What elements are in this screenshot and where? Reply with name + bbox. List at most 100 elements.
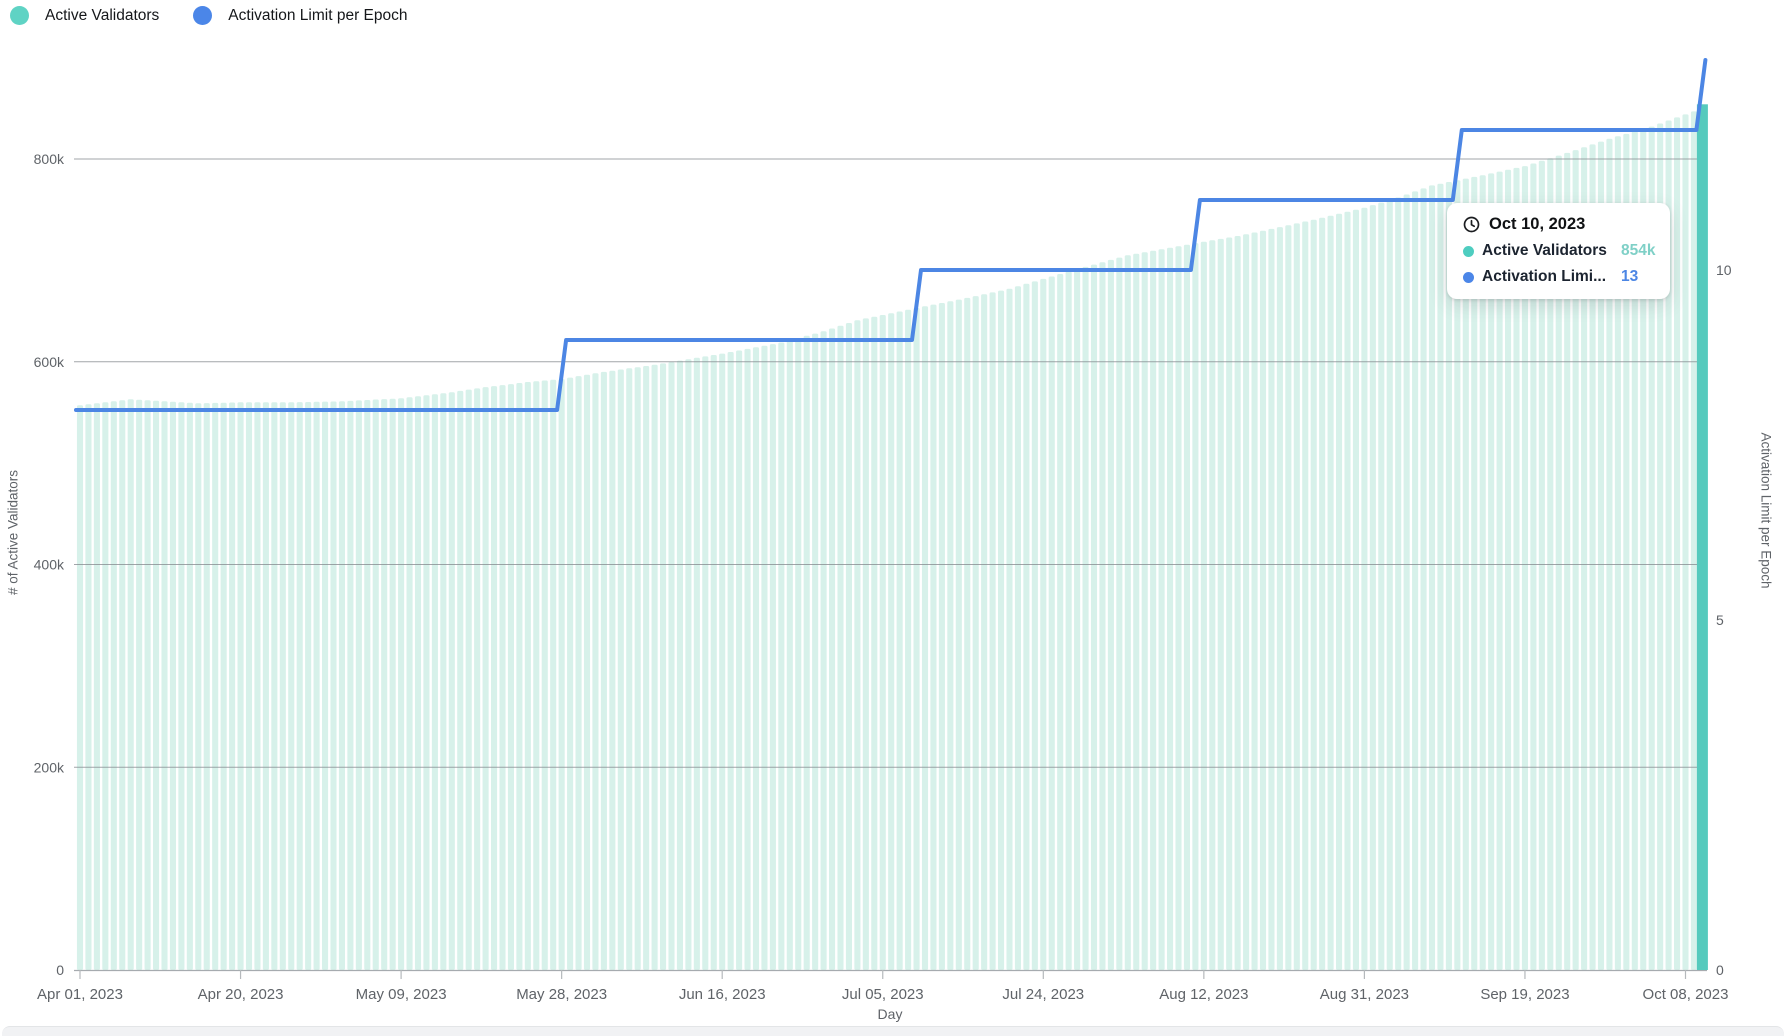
bar[interactable] bbox=[1150, 251, 1156, 970]
bar[interactable] bbox=[1437, 184, 1443, 970]
bar[interactable] bbox=[339, 401, 345, 970]
bar[interactable] bbox=[161, 401, 167, 970]
bar[interactable] bbox=[1125, 255, 1131, 970]
bar[interactable] bbox=[1192, 243, 1198, 970]
bar[interactable] bbox=[1446, 182, 1452, 970]
bar[interactable] bbox=[618, 370, 624, 971]
bar[interactable] bbox=[1201, 242, 1207, 970]
bar[interactable] bbox=[508, 384, 514, 970]
bar[interactable] bbox=[787, 340, 793, 970]
bar[interactable] bbox=[398, 398, 404, 970]
bar[interactable] bbox=[880, 315, 886, 970]
bar[interactable] bbox=[795, 338, 801, 970]
bar[interactable] bbox=[1006, 289, 1012, 970]
bar[interactable] bbox=[1015, 286, 1021, 970]
bar[interactable] bbox=[381, 399, 387, 970]
bar[interactable] bbox=[609, 371, 615, 970]
bar[interactable] bbox=[964, 298, 970, 970]
bar[interactable] bbox=[364, 400, 370, 970]
bar[interactable] bbox=[347, 401, 353, 970]
bar[interactable] bbox=[947, 301, 953, 970]
bar[interactable] bbox=[1133, 254, 1139, 970]
bar[interactable] bbox=[576, 376, 582, 970]
bar[interactable] bbox=[483, 387, 489, 970]
bar[interactable] bbox=[356, 400, 362, 970]
bar[interactable] bbox=[973, 296, 979, 970]
bar[interactable] bbox=[1023, 284, 1029, 970]
bar[interactable] bbox=[1074, 269, 1080, 970]
bar[interactable] bbox=[711, 355, 717, 970]
bar[interactable] bbox=[550, 380, 556, 970]
bar[interactable] bbox=[423, 395, 429, 970]
bar[interactable] bbox=[626, 368, 632, 970]
bar[interactable] bbox=[1412, 191, 1418, 970]
bar[interactable] bbox=[1243, 234, 1249, 970]
bar[interactable] bbox=[1302, 222, 1308, 971]
bar[interactable] bbox=[1285, 225, 1291, 970]
bar[interactable] bbox=[128, 399, 134, 970]
bar[interactable] bbox=[1057, 274, 1063, 970]
bar[interactable] bbox=[407, 397, 413, 970]
bar[interactable] bbox=[178, 402, 184, 970]
bar[interactable] bbox=[1674, 117, 1680, 970]
bar[interactable] bbox=[1226, 238, 1232, 971]
bar[interactable] bbox=[1404, 195, 1410, 971]
bar[interactable] bbox=[1370, 205, 1376, 970]
bar[interactable] bbox=[229, 403, 235, 971]
bar[interactable] bbox=[660, 363, 666, 970]
bar[interactable] bbox=[1336, 214, 1342, 970]
bar[interactable] bbox=[897, 312, 903, 971]
bar[interactable] bbox=[491, 386, 497, 970]
bar[interactable] bbox=[145, 400, 151, 970]
bar[interactable] bbox=[643, 366, 649, 970]
bar[interactable] bbox=[85, 404, 91, 970]
bar[interactable] bbox=[694, 358, 700, 970]
bar[interactable] bbox=[1387, 200, 1393, 970]
bar[interactable] bbox=[592, 373, 598, 970]
bar[interactable] bbox=[668, 362, 674, 970]
bar[interactable] bbox=[1252, 233, 1258, 971]
bar[interactable] bbox=[761, 346, 767, 970]
bar[interactable] bbox=[1294, 223, 1300, 970]
bar[interactable] bbox=[770, 344, 776, 970]
bar[interactable] bbox=[702, 356, 708, 970]
bar[interactable] bbox=[930, 305, 936, 970]
bar[interactable] bbox=[863, 318, 869, 970]
bar[interactable] bbox=[1142, 252, 1148, 970]
bar[interactable] bbox=[1032, 281, 1038, 970]
bar[interactable] bbox=[153, 401, 159, 970]
bar[interactable] bbox=[77, 405, 83, 970]
bar[interactable] bbox=[981, 294, 987, 970]
bar[interactable] bbox=[102, 402, 108, 970]
bar[interactable] bbox=[1175, 246, 1181, 970]
bar[interactable] bbox=[314, 402, 320, 970]
bar[interactable] bbox=[330, 402, 336, 971]
bar[interactable] bbox=[466, 390, 472, 970]
bar[interactable] bbox=[939, 303, 945, 970]
bar[interactable] bbox=[1395, 198, 1401, 971]
bar[interactable] bbox=[457, 391, 463, 970]
bar[interactable] bbox=[390, 399, 396, 970]
bar[interactable] bbox=[271, 402, 277, 970]
bar[interactable] bbox=[94, 403, 100, 970]
bar[interactable] bbox=[1108, 260, 1114, 970]
bar[interactable] bbox=[212, 403, 218, 970]
bar[interactable] bbox=[677, 361, 683, 970]
bar[interactable] bbox=[474, 388, 480, 970]
bar[interactable] bbox=[1691, 111, 1697, 970]
bar[interactable] bbox=[1040, 279, 1046, 970]
bar[interactable] bbox=[238, 402, 244, 970]
bar[interactable] bbox=[778, 343, 784, 971]
bar[interactable] bbox=[635, 367, 641, 970]
bar[interactable] bbox=[804, 336, 810, 970]
bar[interactable] bbox=[871, 317, 877, 970]
bar[interactable] bbox=[1344, 212, 1350, 970]
bar[interactable] bbox=[1268, 229, 1274, 970]
bar[interactable] bbox=[297, 402, 303, 970]
bar[interactable] bbox=[322, 402, 328, 970]
bar[interactable] bbox=[1066, 272, 1072, 971]
bar[interactable] bbox=[846, 323, 852, 970]
bar[interactable] bbox=[1116, 258, 1122, 970]
bar[interactable] bbox=[1091, 265, 1097, 970]
bar[interactable] bbox=[187, 403, 193, 970]
